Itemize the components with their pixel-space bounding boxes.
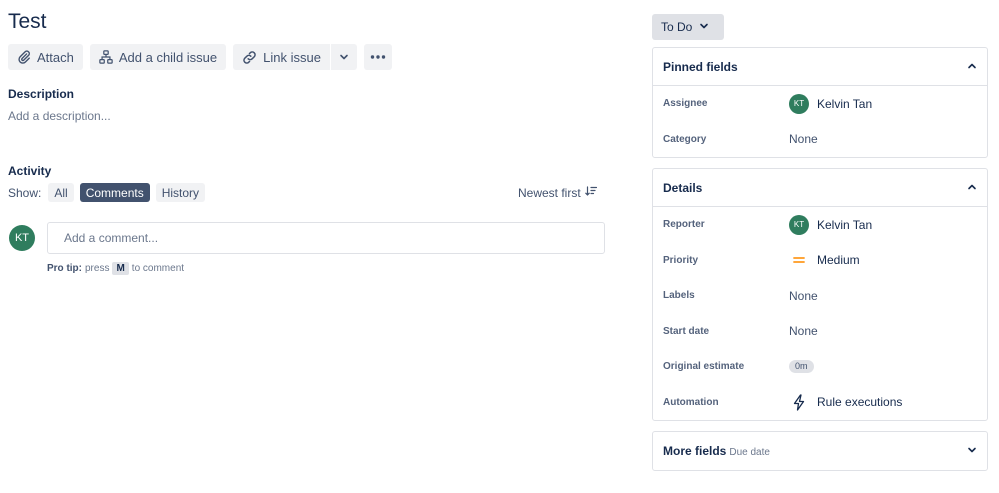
activity-filter: Show: All Comments History (8, 183, 206, 202)
lightning-icon (789, 394, 809, 411)
link-issue-button[interactable]: Link issue (233, 44, 330, 70)
chevron-down-icon (967, 444, 977, 458)
more-fields-panel: More fields Due date (652, 431, 988, 471)
link-issue-label: Link issue (263, 49, 321, 65)
filter-all[interactable]: All (48, 183, 74, 202)
pro-tip-label: Pro tip: (47, 263, 82, 274)
reporter-label: Reporter (663, 219, 705, 231)
avatar: KT (9, 225, 35, 251)
filter-history[interactable]: History (155, 183, 206, 202)
original-estimate-row: Original estimate 0m (653, 349, 987, 385)
add-child-issue-button[interactable]: Add a child issue (89, 44, 227, 70)
reporter-name: Kelvin Tan (817, 217, 873, 232)
sort-icon (584, 186, 597, 200)
more-actions-button[interactable] (363, 44, 392, 70)
automation-row: Automation Rule executions (653, 385, 987, 421)
status-label: To Do (661, 20, 693, 34)
start-date-label: Start date (663, 325, 710, 337)
description-editor[interactable]: Add a description... (8, 109, 111, 123)
category-value[interactable]: None (789, 132, 818, 146)
more-fields-title: More fields (663, 444, 727, 458)
filter-comments[interactable]: Comments (79, 183, 150, 202)
details-panel: Details Reporter KT Kelvin Tan Priority … (652, 168, 988, 421)
assignee-row: Assignee KT Kelvin Tan (653, 86, 987, 122)
shortcut-key: M (112, 262, 129, 275)
start-date-value[interactable]: None (789, 324, 818, 338)
chevron-down-icon (699, 20, 709, 34)
assignee-label: Assignee (663, 98, 708, 110)
sort-order-button[interactable]: Newest first (518, 186, 597, 200)
activity-heading: Activity (8, 164, 52, 178)
ellipsis-icon (370, 54, 386, 60)
pro-tip: Pro tip: press M to comment (47, 262, 184, 275)
reporter-value[interactable]: KT Kelvin Tan (789, 214, 873, 235)
chevron-up-icon (967, 181, 977, 195)
pinned-fields-header[interactable]: Pinned fields (653, 48, 987, 86)
priority-medium-icon (789, 256, 809, 264)
start-date-row: Start date None (653, 314, 987, 350)
link-icon (242, 50, 257, 65)
labels-value[interactable]: None (789, 289, 818, 303)
automation-value[interactable]: Rule executions (789, 394, 902, 411)
automation-name: Rule executions (817, 395, 903, 410)
more-fields-hint: Due date (729, 447, 770, 458)
priority-name: Medium (817, 253, 860, 268)
pinned-fields-title: Pinned fields (663, 59, 738, 74)
status-dropdown-button[interactable]: To Do (652, 14, 724, 40)
sort-label: Newest first (518, 186, 581, 200)
category-label: Category (663, 133, 707, 145)
priority-row: Priority Medium (653, 243, 987, 279)
category-row: Category None (653, 122, 987, 158)
pro-tip-text-pre: press (85, 263, 110, 274)
more-fields-heading: More fields Due date (663, 444, 770, 458)
description-heading: Description (8, 87, 75, 101)
attach-button[interactable]: Attach (8, 44, 83, 70)
original-estimate-label: Original estimate (663, 361, 745, 373)
labels-label: Labels (663, 290, 695, 302)
link-issue-split-button: Link issue (233, 44, 357, 70)
link-issue-dropdown-button[interactable] (330, 44, 357, 70)
chevron-down-icon (339, 52, 349, 62)
reporter-row: Reporter KT Kelvin Tan (653, 207, 987, 243)
issue-toolbar: Attach Add a child issue Link issue (8, 44, 392, 70)
original-estimate-value[interactable]: 0m (789, 360, 814, 374)
chevron-up-icon (967, 60, 977, 74)
details-header[interactable]: Details (653, 169, 987, 207)
avatar: KT (789, 93, 809, 114)
attach-label: Attach (37, 49, 74, 65)
avatar: KT (789, 214, 809, 235)
show-label: Show: (8, 185, 42, 200)
labels-row: Labels None (653, 278, 987, 314)
hierarchy-icon (99, 50, 113, 64)
more-fields-header[interactable]: More fields Due date (653, 432, 987, 470)
assignee-name: Kelvin Tan (817, 96, 873, 111)
pinned-fields-panel: Pinned fields Assignee KT Kelvin Tan Cat… (652, 47, 988, 158)
priority-value[interactable]: Medium (789, 253, 860, 267)
comment-input[interactable]: Add a comment... (47, 222, 605, 254)
priority-label: Priority (663, 254, 699, 266)
pro-tip-text-post: to comment (131, 263, 185, 274)
issue-title[interactable]: Test (8, 10, 47, 34)
paperclip-icon (17, 50, 31, 64)
details-title: Details (663, 180, 703, 195)
assignee-value[interactable]: KT Kelvin Tan (789, 93, 873, 114)
add-child-issue-label: Add a child issue (118, 49, 218, 65)
estimate-lozenge: 0m (789, 360, 814, 374)
automation-label: Automation (663, 396, 719, 408)
